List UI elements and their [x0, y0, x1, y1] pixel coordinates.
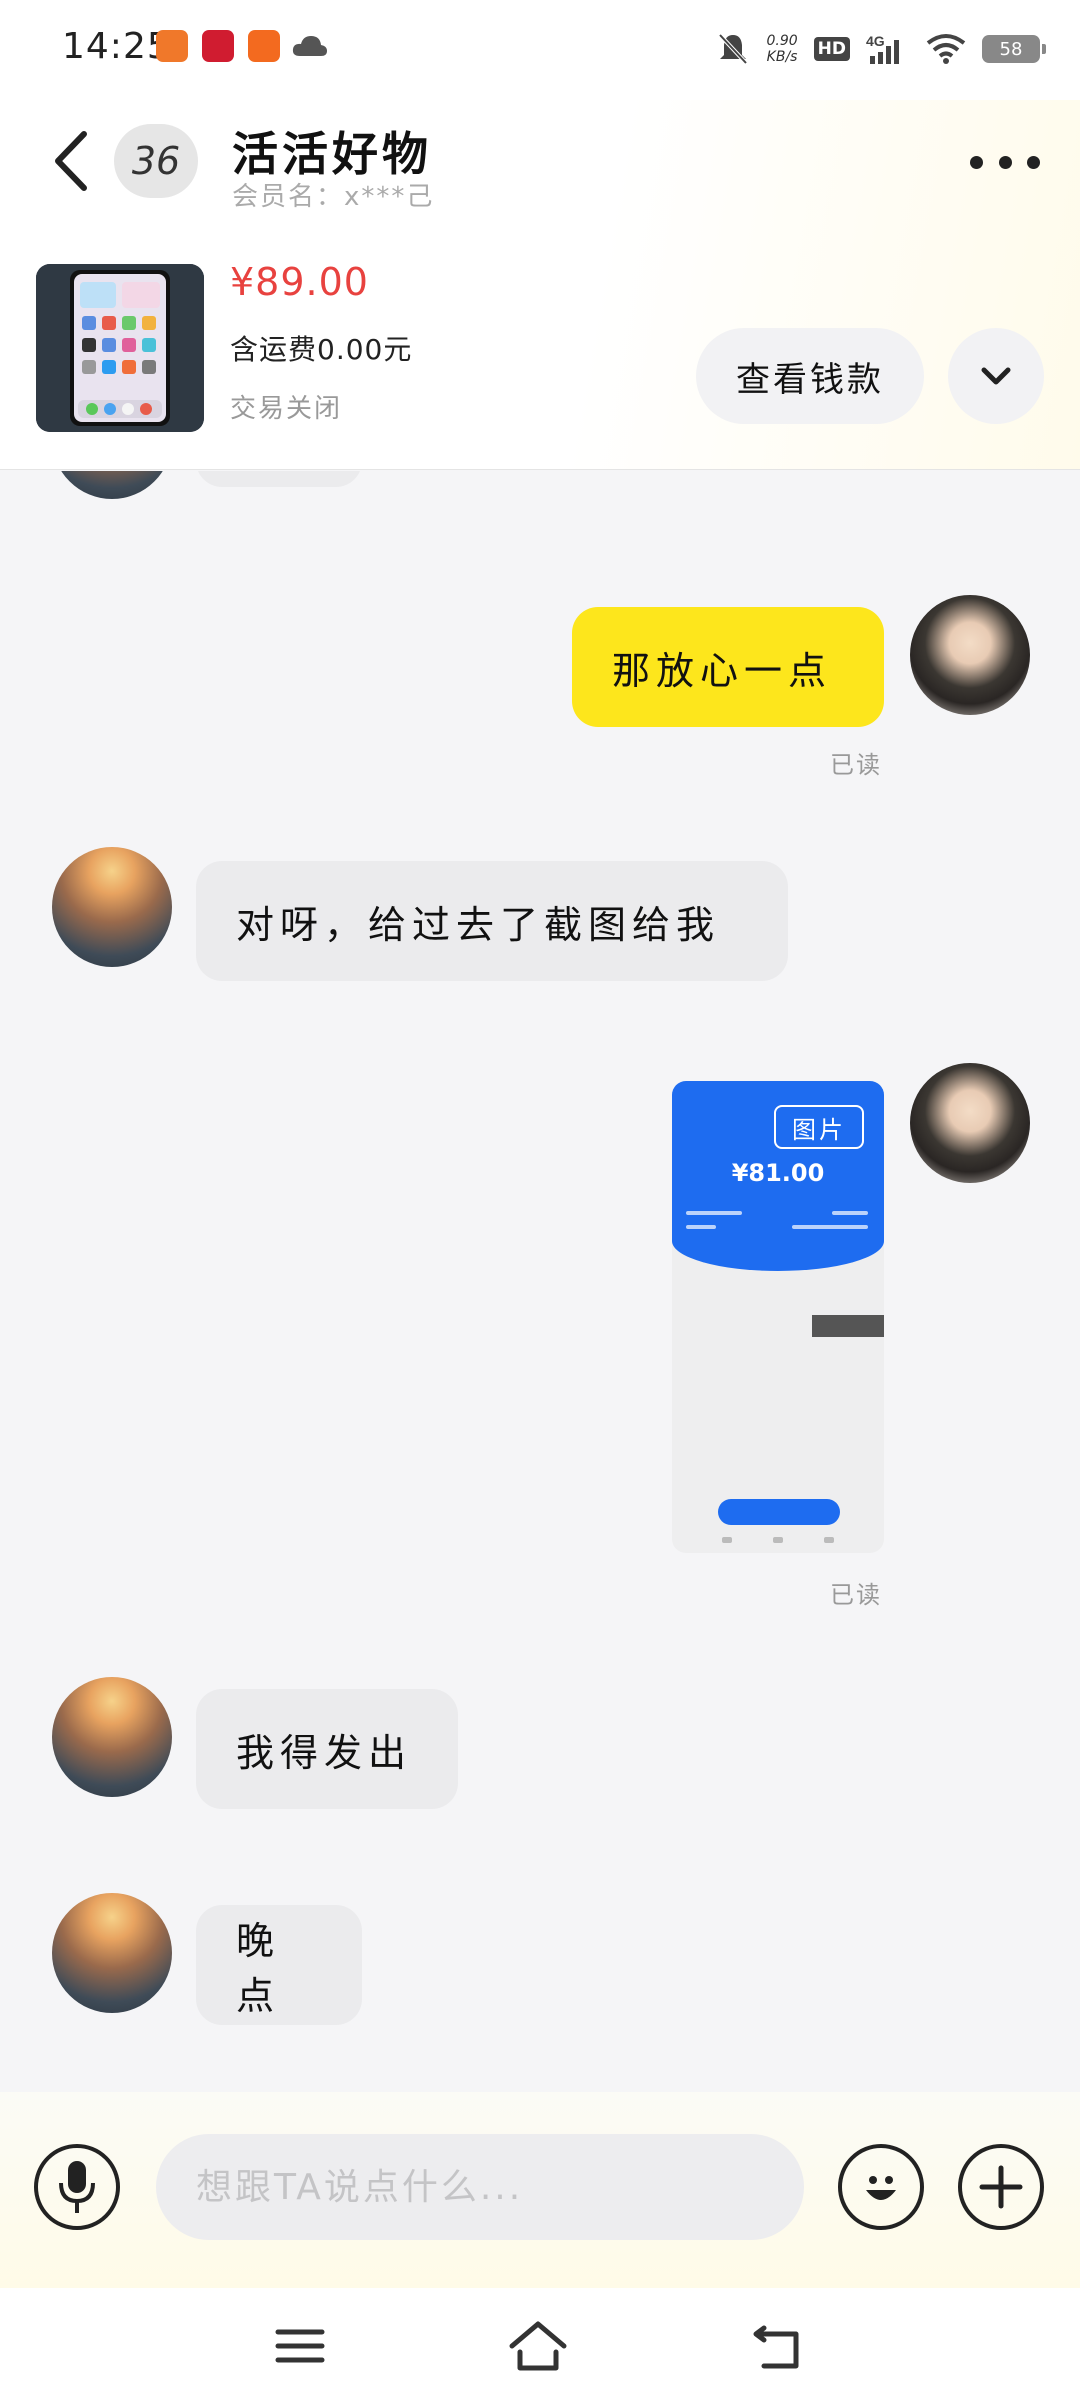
bank-app-icon — [202, 30, 234, 62]
contact-avatar[interactable] — [52, 847, 172, 967]
status-bar: 14:25 0.90 KB/s HD 4G 58 — [0, 0, 1080, 100]
message-bubble-partial — [196, 471, 362, 487]
taobao-app-icon — [248, 30, 280, 62]
message-input[interactable] — [156, 2134, 804, 2240]
message-bubble-self[interactable]: 那放心一点 — [572, 607, 884, 727]
home-icon[interactable] — [508, 2318, 568, 2374]
svg-text:4G: 4G — [866, 33, 885, 49]
image-tag: 图片 — [774, 1105, 864, 1149]
emoji-icon — [866, 2176, 896, 2200]
plus-icon — [979, 2165, 1023, 2209]
system-navigation-bar — [0, 2288, 1080, 2404]
mute-bell-icon — [719, 33, 748, 65]
voice-button[interactable] — [34, 2144, 120, 2230]
self-avatar[interactable] — [910, 1063, 1030, 1183]
product-price: ¥89.00 — [230, 260, 369, 304]
wifi-icon — [926, 34, 966, 64]
image-nav-bar — [722, 1537, 834, 1545]
shopping-app-icon — [156, 30, 188, 62]
emoji-button[interactable] — [838, 2144, 924, 2230]
contact-avatar[interactable] — [52, 1893, 172, 2013]
trade-status: 交易关闭 — [230, 394, 343, 424]
message-bubble-other[interactable]: 对呀，给过去了截图给我 — [196, 861, 788, 981]
member-name-label: 会员名：x***己 — [232, 182, 435, 212]
image-amount: ¥81.00 — [731, 1159, 825, 1187]
self-avatar[interactable] — [910, 595, 1030, 715]
read-receipt: 已读 — [830, 1581, 882, 1609]
image-message[interactable]: 图片 ¥81.00 — [672, 1081, 884, 1553]
back-icon[interactable] — [750, 2318, 810, 2374]
contact-name: 活活好物 — [232, 127, 432, 181]
product-thumbnail[interactable] — [36, 264, 204, 432]
microphone-icon — [59, 2161, 95, 2213]
message-bubble-other[interactable]: 晚点 — [196, 1905, 362, 2025]
read-receipt: 已读 — [830, 751, 882, 779]
expand-button[interactable] — [948, 328, 1044, 424]
message-bubble-other[interactable]: 我得发出 — [196, 1689, 458, 1809]
battery-icon: 58 — [982, 35, 1046, 63]
more-dots-icon[interactable] — [970, 150, 1040, 174]
shipping-info: 含运费0.00元 — [230, 333, 413, 366]
contact-avatar[interactable] — [52, 1677, 172, 1797]
cloud-icon — [292, 36, 327, 56]
signal-icon: 4G — [866, 33, 899, 64]
add-button[interactable] — [958, 2144, 1044, 2230]
image-confirm-button — [718, 1499, 840, 1525]
status-time: 14:25 — [62, 26, 171, 67]
unread-count-badge[interactable]: 36 — [114, 124, 198, 198]
chat-header: 36 活活好物 会员名：x***己 ¥89.00 含运费0.00元 交易关闭 查… — [0, 100, 1080, 470]
image-side-button — [812, 1315, 884, 1337]
hd-badge: HD — [813, 37, 850, 61]
net-speed: 0.90 KB/s — [766, 33, 798, 65]
input-bar — [0, 2092, 1080, 2288]
chevron-down-icon — [981, 367, 1011, 385]
contact-avatar[interactable] — [52, 471, 172, 499]
back-arrow-icon[interactable] — [48, 126, 98, 196]
menu-icon[interactable] — [270, 2318, 330, 2374]
chat-messages: 那放心一点 已读 对呀，给过去了截图给我 图片 ¥81.00 已读 我得发出 晚… — [0, 471, 1080, 2091]
view-money-button[interactable]: 查看钱款 — [696, 328, 924, 424]
